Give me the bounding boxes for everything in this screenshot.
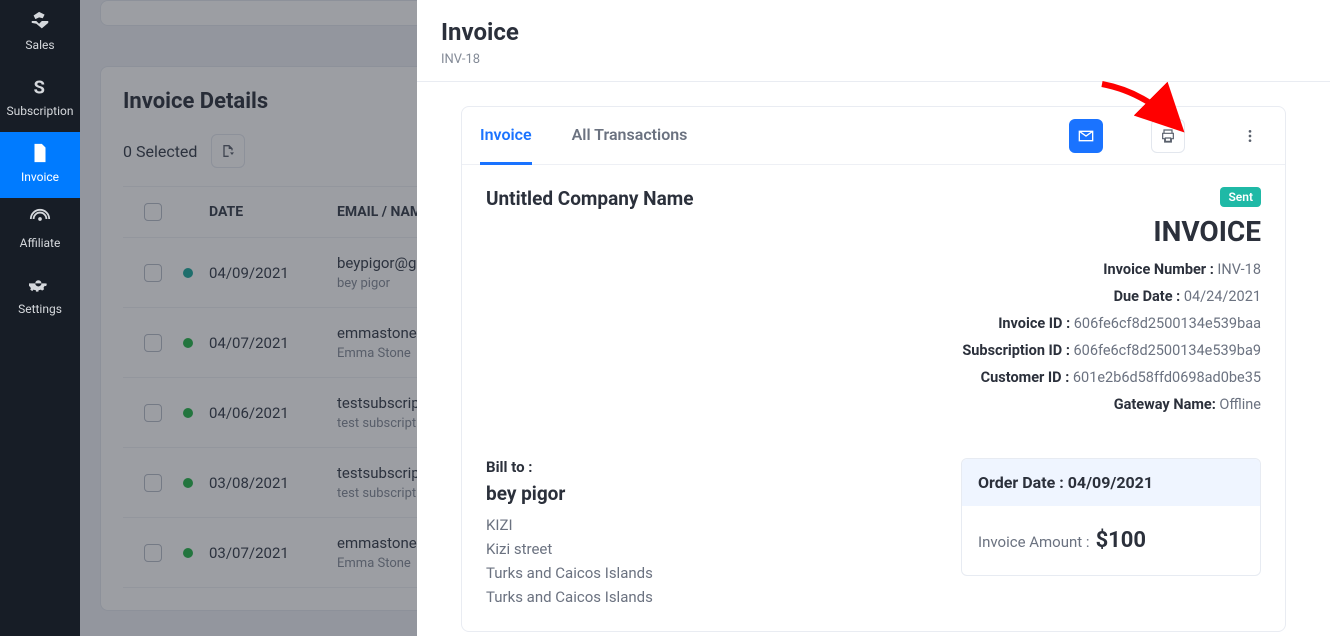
tab-all-transactions[interactable]: All Transactions: [572, 107, 688, 165]
panel-title: Invoice: [441, 18, 1306, 46]
sidebar-item-sales[interactable]: Sales: [0, 0, 80, 66]
broadcast-icon: [29, 208, 51, 230]
bill-to-line: KIZI: [486, 513, 937, 537]
panel-header: Invoice INV-18: [417, 0, 1330, 82]
document-title: INVOICE: [1153, 215, 1261, 248]
due-date-value: 04/24/2021: [1184, 288, 1261, 305]
s-letter-icon: S: [29, 76, 51, 98]
handshake-icon: [29, 10, 51, 32]
invoice-amount-value: $100: [1096, 528, 1147, 553]
status-badge: Sent: [1220, 187, 1261, 207]
file-icon: [29, 142, 51, 164]
sidebar-item-label: Invoice: [21, 170, 59, 184]
sidebar-item-settings[interactable]: Settings: [0, 264, 80, 330]
sidebar-item-label: Settings: [18, 302, 62, 316]
subscription-id-label: Subscription ID :: [962, 342, 1070, 359]
sidebar-item-affiliate[interactable]: Affiliate: [0, 198, 80, 264]
bill-to-line: Kizi street: [486, 537, 937, 561]
print-button[interactable]: [1151, 119, 1185, 153]
invoice-meta: Invoice Number : INV-18 Due Date : 04/24…: [962, 256, 1261, 418]
print-icon: [1160, 128, 1176, 144]
sidebar-item-subscription[interactable]: S Subscription: [0, 66, 80, 132]
customer-id-value: 601e2b6d58ffd0698ad0be35: [1073, 369, 1261, 386]
invoice-inner-card: Invoice All Transactions Untitled Compan…: [461, 106, 1286, 632]
customer-id-label: Customer ID :: [981, 369, 1070, 386]
mail-icon: [1078, 128, 1094, 144]
bill-to: Bill to : bey pigor KIZI Kizi street Tur…: [486, 458, 937, 609]
subscription-id-value: 606fe6cf8d2500134e539ba9: [1074, 342, 1261, 359]
gear-icon: [29, 274, 51, 296]
dots-vertical-icon: [1242, 128, 1258, 144]
invoice-number-value: INV-18: [1217, 261, 1261, 278]
sidebar-item-label: Affiliate: [20, 236, 61, 250]
invoice-id-label: Invoice ID :: [998, 315, 1070, 332]
bill-to-line: Turks and Caicos Islands: [486, 561, 937, 585]
send-email-button[interactable]: [1069, 119, 1103, 153]
sidebar-item-label: Subscription: [7, 104, 74, 118]
amount-box: Order Date : 04/09/2021 Invoice Amount :…: [961, 458, 1261, 576]
bill-to-name: bey pigor: [486, 482, 937, 505]
gateway-value: Offline: [1219, 396, 1261, 413]
sidebar-item-invoice[interactable]: Invoice: [0, 132, 80, 198]
invoice-code: INV-18: [441, 52, 1306, 67]
bill-to-line: Turks and Caicos Islands: [486, 585, 937, 609]
gateway-label: Gateway Name:: [1114, 396, 1216, 413]
order-date-label: Order Date :: [978, 473, 1064, 492]
svg-text:S: S: [34, 77, 45, 98]
sidebar: Sales S Subscription Invoice Affiliate S…: [0, 0, 80, 636]
tabs: Invoice All Transactions: [462, 107, 1285, 165]
bill-to-label: Bill to :: [486, 458, 937, 476]
company-name: Untitled Company Name: [486, 187, 693, 210]
invoice-id-value: 606fe6cf8d2500134e539baa: [1074, 315, 1261, 332]
tab-invoice[interactable]: Invoice: [480, 107, 532, 165]
invoice-panel: Invoice INV-18 Invoice All Transactions: [417, 0, 1330, 636]
due-date-label: Due Date :: [1114, 288, 1181, 305]
sidebar-item-label: Sales: [25, 38, 54, 52]
more-button[interactable]: [1233, 119, 1267, 153]
invoice-number-label: Invoice Number :: [1103, 261, 1214, 278]
order-date-value: 04/09/2021: [1068, 473, 1153, 492]
invoice-amount-label: Invoice Amount :: [978, 533, 1090, 551]
